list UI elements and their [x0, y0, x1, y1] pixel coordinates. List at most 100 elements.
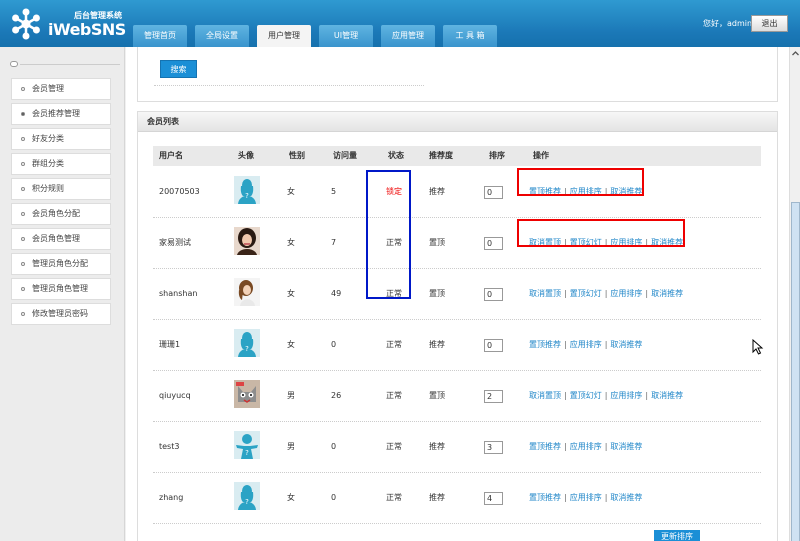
nav-tab-1[interactable]: 全局设置 — [195, 25, 249, 47]
main-content: 搜索 会员列表 用户名 头像 性别 访问量 状态 推荐度 排序 操作 20070503? 女 5 锁… — [126, 47, 792, 541]
action-link[interactable]: 应用排序 — [610, 289, 642, 298]
sidebar-collapse-toggle[interactable] — [10, 61, 120, 67]
column-header: 操作 — [533, 151, 549, 160]
highlight-box-red — [517, 219, 685, 247]
visits-cell: 26 — [331, 391, 342, 400]
sidebar-item-label: 群组分类 — [32, 159, 64, 168]
table-header: 用户名 头像 性别 访问量 状态 推荐度 排序 操作 — [153, 146, 761, 166]
sort-input[interactable]: 3 — [484, 441, 503, 454]
username-cell: qiuyucq — [159, 391, 191, 400]
separator: | — [645, 289, 649, 298]
logout-button[interactable]: 退出 — [751, 15, 788, 32]
visits-cell: 49 — [331, 289, 342, 298]
column-header: 头像 — [238, 151, 254, 160]
separator: | — [564, 289, 567, 298]
avatar — [234, 227, 260, 255]
page-scrollbar[interactable] — [789, 47, 800, 541]
actions-cell: 取消置顶 | 置顶幻灯 | 应用排序 | 取消推荐 — [529, 371, 683, 421]
separator: | — [564, 493, 567, 502]
action-link[interactable]: 取消推荐 — [610, 442, 642, 451]
sidebar-item-0[interactable]: 会员管理 — [11, 78, 111, 100]
action-link[interactable]: 应用排序 — [570, 340, 602, 349]
sidebar-item-label: 管理员角色分配 — [32, 259, 88, 268]
status-cell: 正常 — [386, 493, 402, 502]
sidebar-item-1[interactable]: 会员推荐管理 — [11, 103, 111, 125]
avatar: ? — [234, 431, 260, 459]
sort-input[interactable]: 4 — [484, 492, 503, 505]
top-header: 后台管理系统 iWebSNS 管理首页 全局设置 用户管理 UI管理 应用管理工 具 箱… — [0, 0, 800, 47]
gender-cell: 女 — [287, 187, 295, 196]
action-link[interactable]: 应用排序 — [610, 391, 642, 400]
search-button[interactable]: 搜索 — [160, 60, 197, 78]
action-link[interactable]: 置顶幻灯 — [570, 289, 602, 298]
avatar: ? — [234, 176, 260, 204]
sidebar-item-9[interactable]: 修改管理员密码 — [11, 303, 111, 325]
sidebar-item-4[interactable]: 积分规则 — [11, 178, 111, 200]
visits-cell: 0 — [331, 493, 337, 502]
table-row: qiuyucq 男 26 正常 置顶 2 取消置顶 | 置顶幻灯 | 应用排序 | 取消推荐 — [153, 371, 761, 422]
table-row: 20070503? 女 5 锁定 推荐 0 置顶推荐 | 应用排序 | 取消推荐 — [153, 167, 761, 218]
action-link[interactable]: 取消置顶 — [529, 289, 561, 298]
username-cell: 家易测试 — [159, 238, 191, 247]
logo-snowflake-icon — [12, 8, 40, 40]
bullet-icon — [21, 87, 25, 91]
table-row: shanshan 女 49 正常 置顶 0 取消置顶 | 置顶幻灯 | 应用排序 | 取消推荐 — [153, 269, 761, 320]
nav-tab-5[interactable]: 工 具 箱 — [443, 25, 497, 47]
avatar-image — [234, 278, 260, 306]
bullet-icon — [21, 312, 25, 316]
avatar: ? — [234, 482, 260, 510]
recommend-cell: 推荐 — [429, 493, 445, 502]
update-sort-button[interactable]: 更新排序 — [654, 530, 700, 541]
sort-input[interactable]: 0 — [484, 288, 503, 301]
username-cell: shanshan — [159, 289, 198, 298]
bullet-icon — [21, 262, 25, 266]
sidebar-item-8[interactable]: 管理员角色管理 — [11, 278, 111, 300]
scroll-up-arrow-icon[interactable] — [791, 49, 800, 58]
divider — [154, 85, 424, 86]
nav-tab-4[interactable]: 应用管理 — [381, 25, 435, 47]
sidebar-item-5[interactable]: 会员角色分配 — [11, 203, 111, 225]
status-cell: 正常 — [386, 442, 402, 451]
sort-input[interactable]: 0 — [484, 237, 503, 250]
action-link[interactable]: 置顶推荐 — [529, 340, 561, 349]
column-header: 推荐度 — [429, 151, 453, 160]
table-row: test3? 男 0 正常 推荐 3 置顶推荐 | 应用排序 | 取消推荐 — [153, 422, 761, 473]
bullet-icon — [21, 212, 25, 216]
bullet-icon — [21, 287, 25, 291]
sort-input[interactable]: 2 — [484, 390, 503, 403]
sort-input[interactable]: 0 — [484, 339, 503, 352]
sort-input[interactable]: 0 — [484, 186, 503, 199]
action-link[interactable]: 应用排序 — [570, 442, 602, 451]
action-link[interactable]: 置顶幻灯 — [570, 391, 602, 400]
nav-tab-3[interactable]: UI管理 — [319, 25, 373, 47]
username-cell: 珊珊1 — [159, 340, 181, 349]
sidebar-item-label: 修改管理员密码 — [32, 309, 88, 318]
svg-text:?: ? — [245, 498, 249, 506]
member-list-panel: 会员列表 用户名 头像 性别 访问量 状态 推荐度 排序 操作 20070503? 女 5 锁定 推荐… — [137, 111, 778, 541]
sidebar-item-3[interactable]: 群组分类 — [11, 153, 111, 175]
actions-cell: 置顶推荐 | 应用排序 | 取消推荐 — [529, 473, 642, 523]
nav-tab-2[interactable]: 用户管理 — [257, 25, 311, 47]
action-link[interactable]: 置顶推荐 — [529, 493, 561, 502]
action-link[interactable]: 取消推荐 — [651, 391, 683, 400]
sidebar-item-7[interactable]: 管理员角色分配 — [11, 253, 111, 275]
avatar-image — [234, 380, 260, 408]
action-link[interactable]: 取消置顶 — [529, 391, 561, 400]
action-link[interactable]: 应用排序 — [570, 493, 602, 502]
avatar — [234, 380, 260, 408]
highlight-box-blue — [366, 170, 411, 299]
nav-tab-0[interactable]: 管理首页 — [133, 25, 187, 47]
sidebar-item-6[interactable]: 会员角色管理 — [11, 228, 111, 250]
sidebar: 会员管理会员推荐管理 好友分类群组分类积分规则会员角色分配 会员角色管理管理员角色分… — [0, 47, 125, 541]
actions-cell: 置顶推荐 | 应用排序 | 取消推荐 — [529, 320, 642, 370]
svg-text:?: ? — [245, 192, 249, 200]
action-link[interactable]: 置顶推荐 — [529, 442, 561, 451]
scroll-thumb[interactable] — [791, 202, 800, 541]
sidebar-item-2[interactable]: 好友分类 — [11, 128, 111, 150]
avatar: ? — [234, 329, 260, 357]
action-link[interactable]: 取消推荐 — [610, 340, 642, 349]
action-link[interactable]: 取消推荐 — [651, 289, 683, 298]
search-panel: 搜索 — [137, 47, 778, 102]
action-link[interactable]: 取消推荐 — [610, 493, 642, 502]
recommend-cell: 置顶 — [429, 238, 445, 247]
